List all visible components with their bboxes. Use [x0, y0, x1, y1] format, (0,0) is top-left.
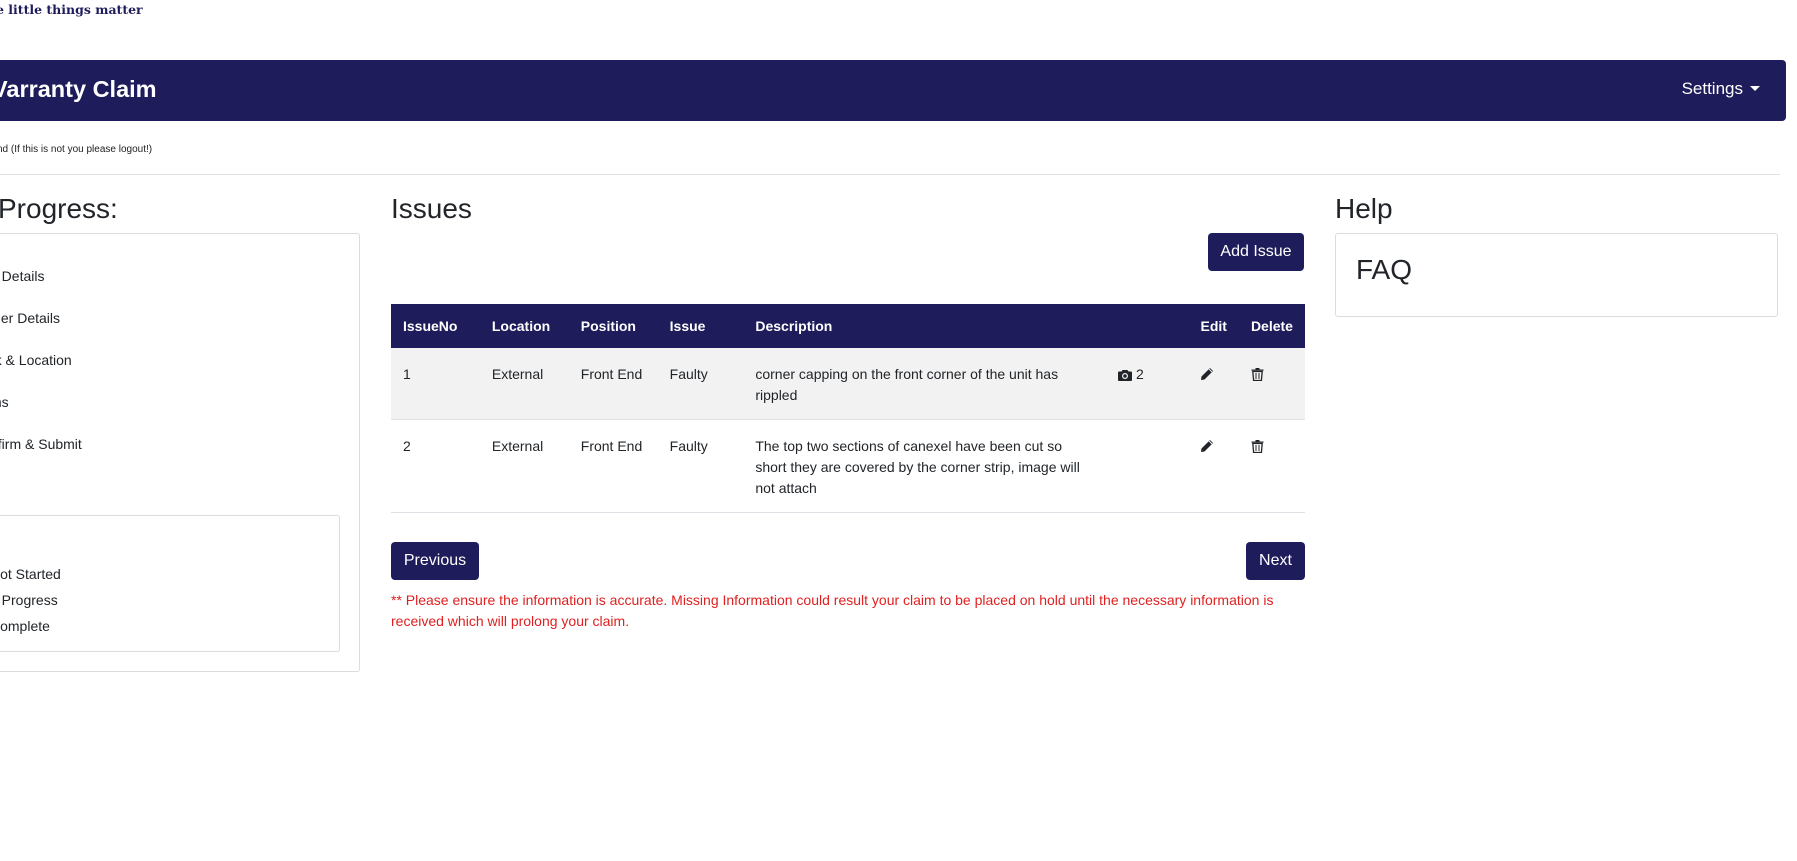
cell-issue-no: 2: [391, 419, 480, 513]
column-header-issueno: IssueNo: [391, 304, 480, 348]
cell-description: The top two sections of canexel have bee…: [743, 419, 1107, 513]
table-header-row: IssueNo Location Position Issue Descript…: [391, 304, 1305, 348]
user-logout-note: nd (If this is not you please logout!): [0, 144, 153, 155]
cell-issue-no: 1: [391, 348, 480, 420]
column-header-position: Position: [568, 304, 658, 348]
previous-button[interactable]: Previous: [391, 542, 479, 580]
cell-position: Front End: [568, 419, 658, 513]
pencil-icon[interactable]: [1200, 436, 1214, 457]
page-title: Varranty Claim: [0, 76, 157, 102]
trash-icon[interactable]: [1251, 364, 1264, 385]
legend-not-started: Not Started: [0, 566, 61, 582]
cell-location: External: [479, 348, 569, 420]
top-navbar: Varranty Claim Settings: [0, 60, 1786, 121]
progress-heading: Progress:: [0, 193, 118, 224]
column-header-edit: Edit: [1188, 304, 1239, 348]
issues-heading: Issues: [391, 193, 472, 224]
help-heading: Help: [1335, 193, 1393, 224]
camera-icon[interactable]: [1118, 364, 1133, 385]
cell-issue: Faulty: [657, 419, 744, 513]
column-header-issue: Issue: [657, 304, 744, 348]
settings-dropdown[interactable]: Settings: [1682, 79, 1760, 99]
cell-edit: [1188, 419, 1239, 513]
progress-step-work-location[interactable]: rk & Location: [0, 352, 72, 368]
column-header-location: Location: [479, 304, 569, 348]
issues-table: IssueNo Location Position Issue Descript…: [391, 304, 1305, 513]
trash-icon[interactable]: [1251, 436, 1264, 457]
progress-step-details[interactable]: n Details: [0, 268, 44, 284]
cell-photos: [1106, 419, 1189, 513]
table-row: 2 External Front End Faulty The top two …: [391, 419, 1305, 513]
column-header-description: Description: [743, 304, 1107, 348]
pencil-icon[interactable]: [1200, 364, 1214, 385]
divider: [0, 174, 1780, 175]
settings-label: Settings: [1681, 79, 1743, 98]
photo-count: 2: [1135, 366, 1144, 382]
cell-photos: 2: [1106, 348, 1189, 420]
progress-step-items[interactable]: ms: [0, 394, 9, 410]
cell-delete: [1238, 419, 1305, 513]
cell-position: Front End: [568, 348, 658, 420]
column-header-delete: Delete: [1238, 304, 1305, 348]
cell-delete: [1238, 348, 1305, 420]
legend-complete: Complete: [0, 618, 50, 634]
next-button[interactable]: Next: [1246, 542, 1305, 580]
faq-title[interactable]: FAQ: [1356, 254, 1412, 286]
table-row: 1 External Front End Faulty corner cappi…: [391, 348, 1305, 420]
cell-location: External: [479, 419, 569, 513]
cell-issue: Faulty: [657, 348, 744, 420]
add-issue-button[interactable]: Add Issue: [1208, 233, 1304, 271]
accuracy-warning: ** Please ensure the information is accu…: [391, 592, 1274, 629]
cell-description: corner capping on the front corner of th…: [743, 348, 1107, 420]
caret-down-icon: [1750, 86, 1760, 91]
legend-in-progress: n Progress: [0, 592, 58, 608]
progress-step-confirm-submit[interactable]: nfirm & Submit: [0, 436, 82, 452]
brand-tagline: e little things matter: [0, 2, 143, 17]
progress-legend: Not Started n Progress Complete: [0, 515, 340, 652]
progress-step-dealer-details[interactable]: aler Details: [0, 310, 60, 326]
faq-card: FAQ: [1335, 233, 1778, 317]
column-header-photos: [1106, 304, 1189, 348]
cell-edit: [1188, 348, 1239, 420]
